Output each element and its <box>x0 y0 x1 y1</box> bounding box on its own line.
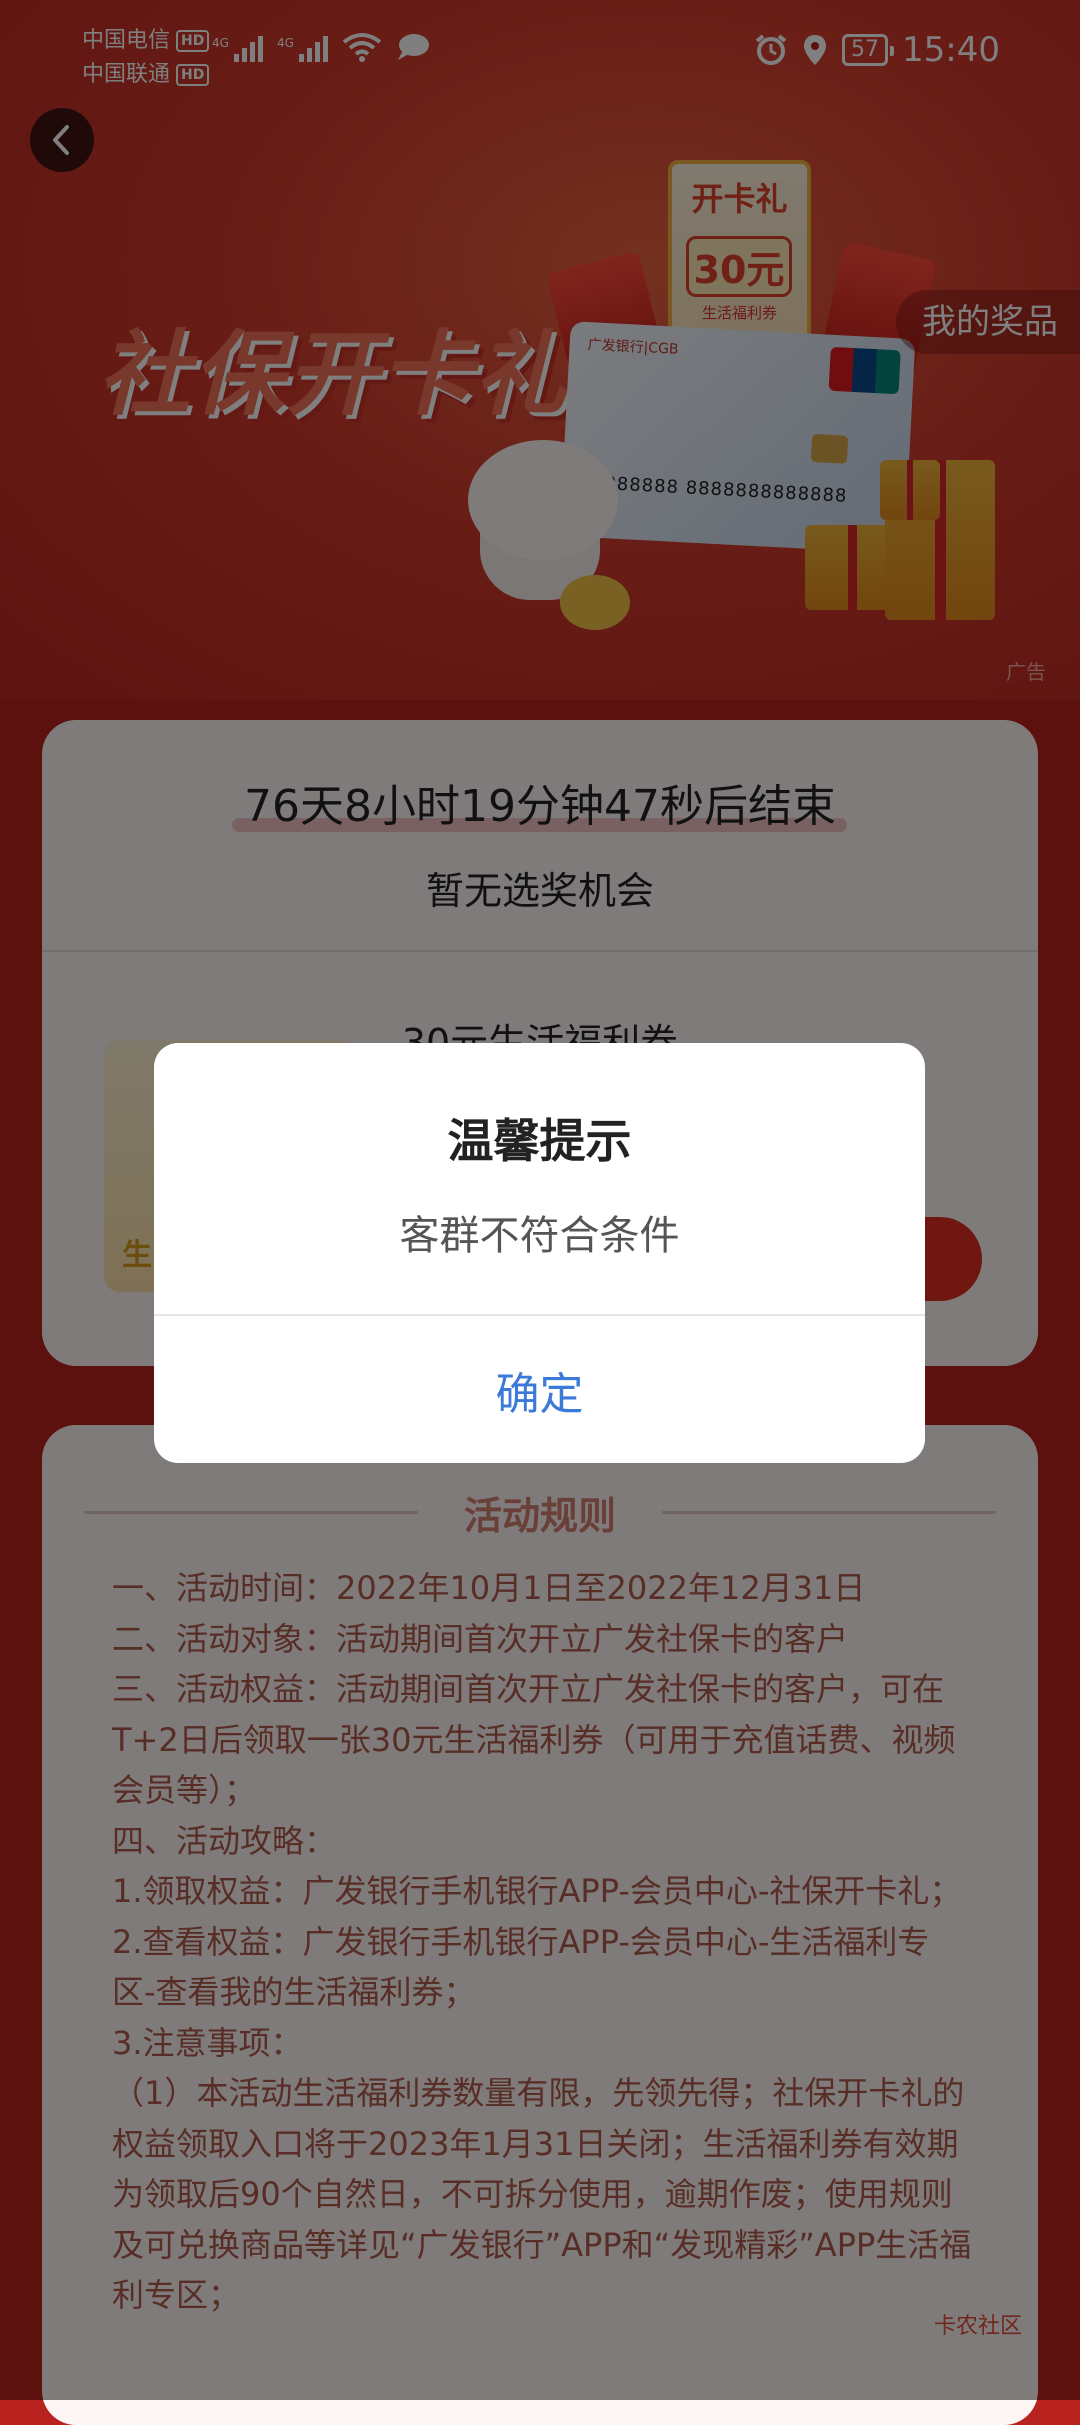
alert-dialog: 温馨提示 客群不符合条件 确定 <box>154 1043 925 1463</box>
dialog-message: 客群不符合条件 <box>399 1213 680 1259</box>
dialog-title: 温馨提示 <box>447 1114 632 1168</box>
confirm-button[interactable]: 确定 <box>154 1316 925 1463</box>
